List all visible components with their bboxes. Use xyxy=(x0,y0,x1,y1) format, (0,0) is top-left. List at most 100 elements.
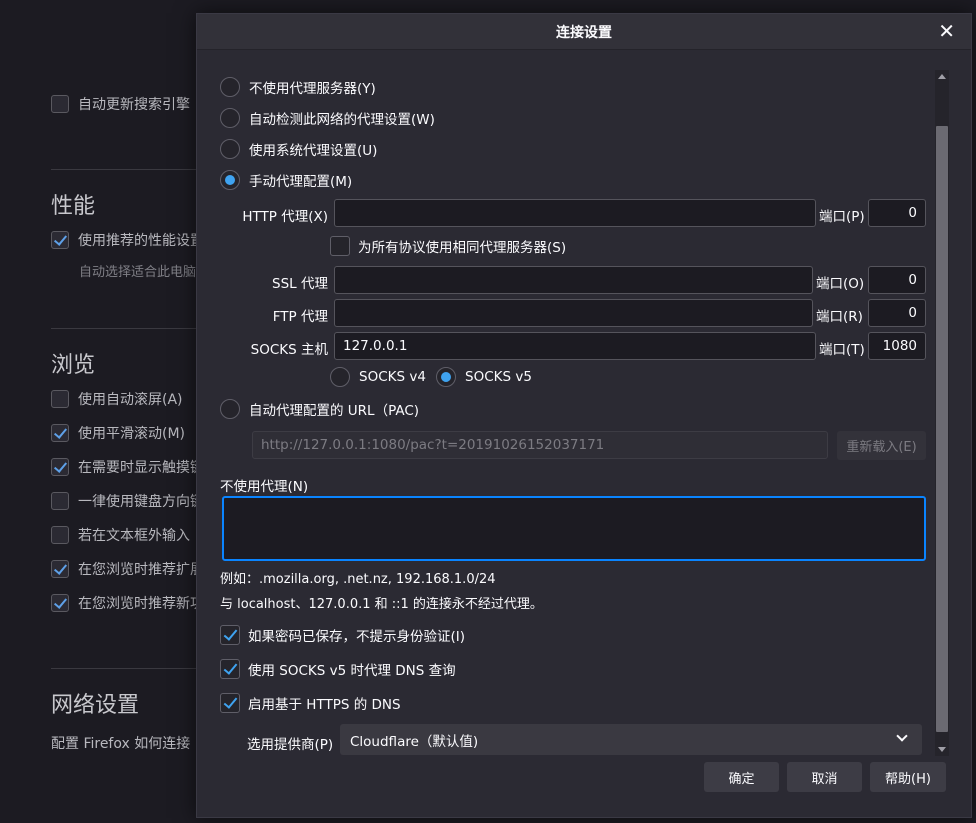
radio-button[interactable] xyxy=(330,367,350,387)
cancel-button[interactable]: 取消 xyxy=(787,762,862,792)
dialog-scrollbar[interactable] xyxy=(935,70,949,756)
scroll-down-icon[interactable] xyxy=(938,747,946,752)
bg-checkbox-row[interactable]: 在您浏览时推荐扩展 xyxy=(51,559,196,579)
provider-select[interactable]: Cloudflare（默认值) xyxy=(340,724,922,755)
bg-checkbox-row[interactable]: 使用推荐的性能设置 xyxy=(51,230,196,250)
no-auth-prompt-checkbox[interactable] xyxy=(220,625,240,645)
ok-button[interactable]: 确定 xyxy=(704,762,779,792)
bg-checkbox[interactable] xyxy=(51,95,69,113)
bg-checkbox-row[interactable]: 自动更新搜索引擎 xyxy=(51,94,196,114)
radio-button-selected[interactable] xyxy=(436,367,456,387)
radio-button[interactable] xyxy=(220,77,240,97)
radio-button[interactable] xyxy=(220,399,240,419)
scroll-up-icon[interactable] xyxy=(938,74,946,79)
http-port-label: 端口(P) xyxy=(819,209,865,225)
radio-button[interactable] xyxy=(220,108,240,128)
radio-label: 自动代理配置的 URL（PAC) xyxy=(249,403,420,419)
chevron-down-icon xyxy=(896,730,908,742)
https-dns-checkbox[interactable] xyxy=(220,693,240,713)
radio-system-proxy[interactable]: 使用系统代理设置(U) xyxy=(220,138,377,160)
connection-settings-dialog: 连接设置 ✕ 不使用代理服务器(Y) 自动检测此网络的代理设置(W) 使用系统代… xyxy=(196,13,972,818)
radio-label: 不使用代理服务器(Y) xyxy=(249,81,376,97)
socks-dns-row[interactable]: 使用 SOCKS v5 时代理 DNS 查询 xyxy=(220,658,456,680)
bg-checkbox[interactable] xyxy=(51,492,69,510)
radio-pac[interactable]: 自动代理配置的 URL（PAC) xyxy=(220,398,419,420)
ftp-port-input[interactable]: 0 xyxy=(868,299,926,327)
section-title-browsing: 浏览 xyxy=(51,353,96,378)
dialog-title: 连接设置 xyxy=(556,24,612,41)
http-proxy-label: HTTP 代理(X) xyxy=(242,209,328,225)
help-button[interactable]: 帮助(H) xyxy=(870,762,946,792)
bg-checkbox-label: 一律使用键盘方向键 xyxy=(78,494,196,510)
bg-checkbox-row[interactable]: 在您浏览时推荐新功能 xyxy=(51,593,196,613)
radio-label: SOCKS v4 xyxy=(359,369,426,385)
ssl-port-input[interactable]: 0 xyxy=(868,266,926,294)
no-auth-prompt-row[interactable]: 如果密码已保存，不提示身份验证(I) xyxy=(220,624,465,646)
bg-checkbox-label: 自动更新搜索引擎 xyxy=(78,97,190,113)
radio-socks-v4[interactable]: SOCKS v4 xyxy=(330,366,426,388)
bg-checkbox[interactable] xyxy=(51,526,69,544)
ssl-proxy-label: SSL 代理 xyxy=(272,276,328,292)
section-title-performance: 性能 xyxy=(51,194,96,219)
bg-checkbox[interactable] xyxy=(51,458,69,476)
bg-checkbox[interactable] xyxy=(51,424,69,442)
no-proxy-example: 例如：.mozilla.org, .net.nz, 192.168.1.0/24 xyxy=(220,572,496,587)
socks-dns-checkbox[interactable] xyxy=(220,659,240,679)
bg-checkbox-row[interactable]: 一律使用键盘方向键 xyxy=(51,491,196,511)
bg-checkbox-label: 在您浏览时推荐扩展 xyxy=(78,562,196,578)
no-proxy-label: 不使用代理(N) xyxy=(220,479,309,495)
radio-label: 手动代理配置(M) xyxy=(249,174,353,190)
radio-button-selected[interactable] xyxy=(220,170,240,190)
socks-port-label: 端口(T) xyxy=(819,342,865,358)
scrollbar-thumb[interactable] xyxy=(936,126,948,732)
localhost-note: 与 localhost、127.0.0.1 和 ::1 的连接永不经过代理。 xyxy=(220,597,543,612)
no-proxy-textarea[interactable] xyxy=(222,496,926,561)
bg-checkbox-row[interactable]: 若在文本框外输入 xyxy=(51,525,196,545)
network-description: 配置 Firefox 如何连接 xyxy=(51,736,191,752)
bg-checkbox[interactable] xyxy=(51,390,69,408)
radio-manual-proxy[interactable]: 手动代理配置(M) xyxy=(220,169,352,191)
socks-host-input[interactable]: 127.0.0.1 xyxy=(334,332,816,360)
bg-checkbox-label: 使用平滑滚动(M) xyxy=(78,426,186,442)
same-proxy-checkbox[interactable] xyxy=(330,236,350,256)
https-dns-row[interactable]: 启用基于 HTTPS 的 DNS xyxy=(220,692,401,714)
radio-button[interactable] xyxy=(220,139,240,159)
provider-label: 选用提供商(P) xyxy=(247,737,334,753)
provider-selected-value: Cloudflare（默认值) xyxy=(350,733,479,750)
bg-checkbox-label: 在您浏览时推荐新功能 xyxy=(78,596,196,612)
bg-checkbox-row[interactable]: 使用平滑滚动(M) xyxy=(51,423,196,443)
http-port-input[interactable]: 0 xyxy=(868,199,926,227)
socks-host-label: SOCKS 主机 xyxy=(250,342,328,358)
radio-no-proxy[interactable]: 不使用代理服务器(Y) xyxy=(220,76,376,98)
bg-checkbox-label: 在需要时显示触摸键盘 xyxy=(78,460,196,476)
bg-checkbox-label: 使用推荐的性能设置 xyxy=(78,233,196,249)
bg-checkbox-label: 使用自动滚屏(A) xyxy=(78,392,183,408)
bg-checkbox-row[interactable]: 使用自动滚屏(A) xyxy=(51,389,196,409)
same-proxy-label: 为所有协议使用相同代理服务器(S) xyxy=(358,240,567,256)
ftp-proxy-input[interactable] xyxy=(334,299,813,327)
radio-label: 使用系统代理设置(U) xyxy=(249,143,378,159)
bg-checkbox-row[interactable]: 在需要时显示触摸键盘 xyxy=(51,457,196,477)
bg-checkbox[interactable] xyxy=(51,231,69,249)
bg-checkbox[interactable] xyxy=(51,594,69,612)
https-dns-label: 启用基于 HTTPS 的 DNS xyxy=(248,697,401,713)
same-proxy-row[interactable]: 为所有协议使用相同代理服务器(S) xyxy=(330,235,566,257)
ssl-proxy-input[interactable] xyxy=(334,266,813,294)
divider xyxy=(51,169,196,170)
section-title-network: 网络设置 xyxy=(51,693,140,718)
reload-button[interactable]: 重新载入(E) xyxy=(837,431,926,460)
http-proxy-input[interactable] xyxy=(334,199,816,227)
radio-auto-detect[interactable]: 自动检测此网络的代理设置(W) xyxy=(220,107,435,129)
perf-subtext: 自动选择适合此电脑 xyxy=(79,265,196,280)
ftp-proxy-label: FTP 代理 xyxy=(272,309,328,325)
socks-port-input[interactable]: 1080 xyxy=(868,332,926,360)
no-auth-prompt-label: 如果密码已保存，不提示身份验证(I) xyxy=(248,629,466,645)
radio-label: SOCKS v5 xyxy=(465,369,532,385)
radio-socks-v5[interactable]: SOCKS v5 xyxy=(436,366,532,388)
pac-url-input[interactable]: http://127.0.0.1:1080/pac?t=201910261520… xyxy=(252,431,828,459)
close-icon[interactable]: ✕ xyxy=(938,21,955,41)
ftp-port-label: 端口(R) xyxy=(816,309,863,325)
divider xyxy=(51,668,196,669)
dialog-titlebar: 连接设置 ✕ xyxy=(197,14,971,50)
bg-checkbox[interactable] xyxy=(51,560,69,578)
